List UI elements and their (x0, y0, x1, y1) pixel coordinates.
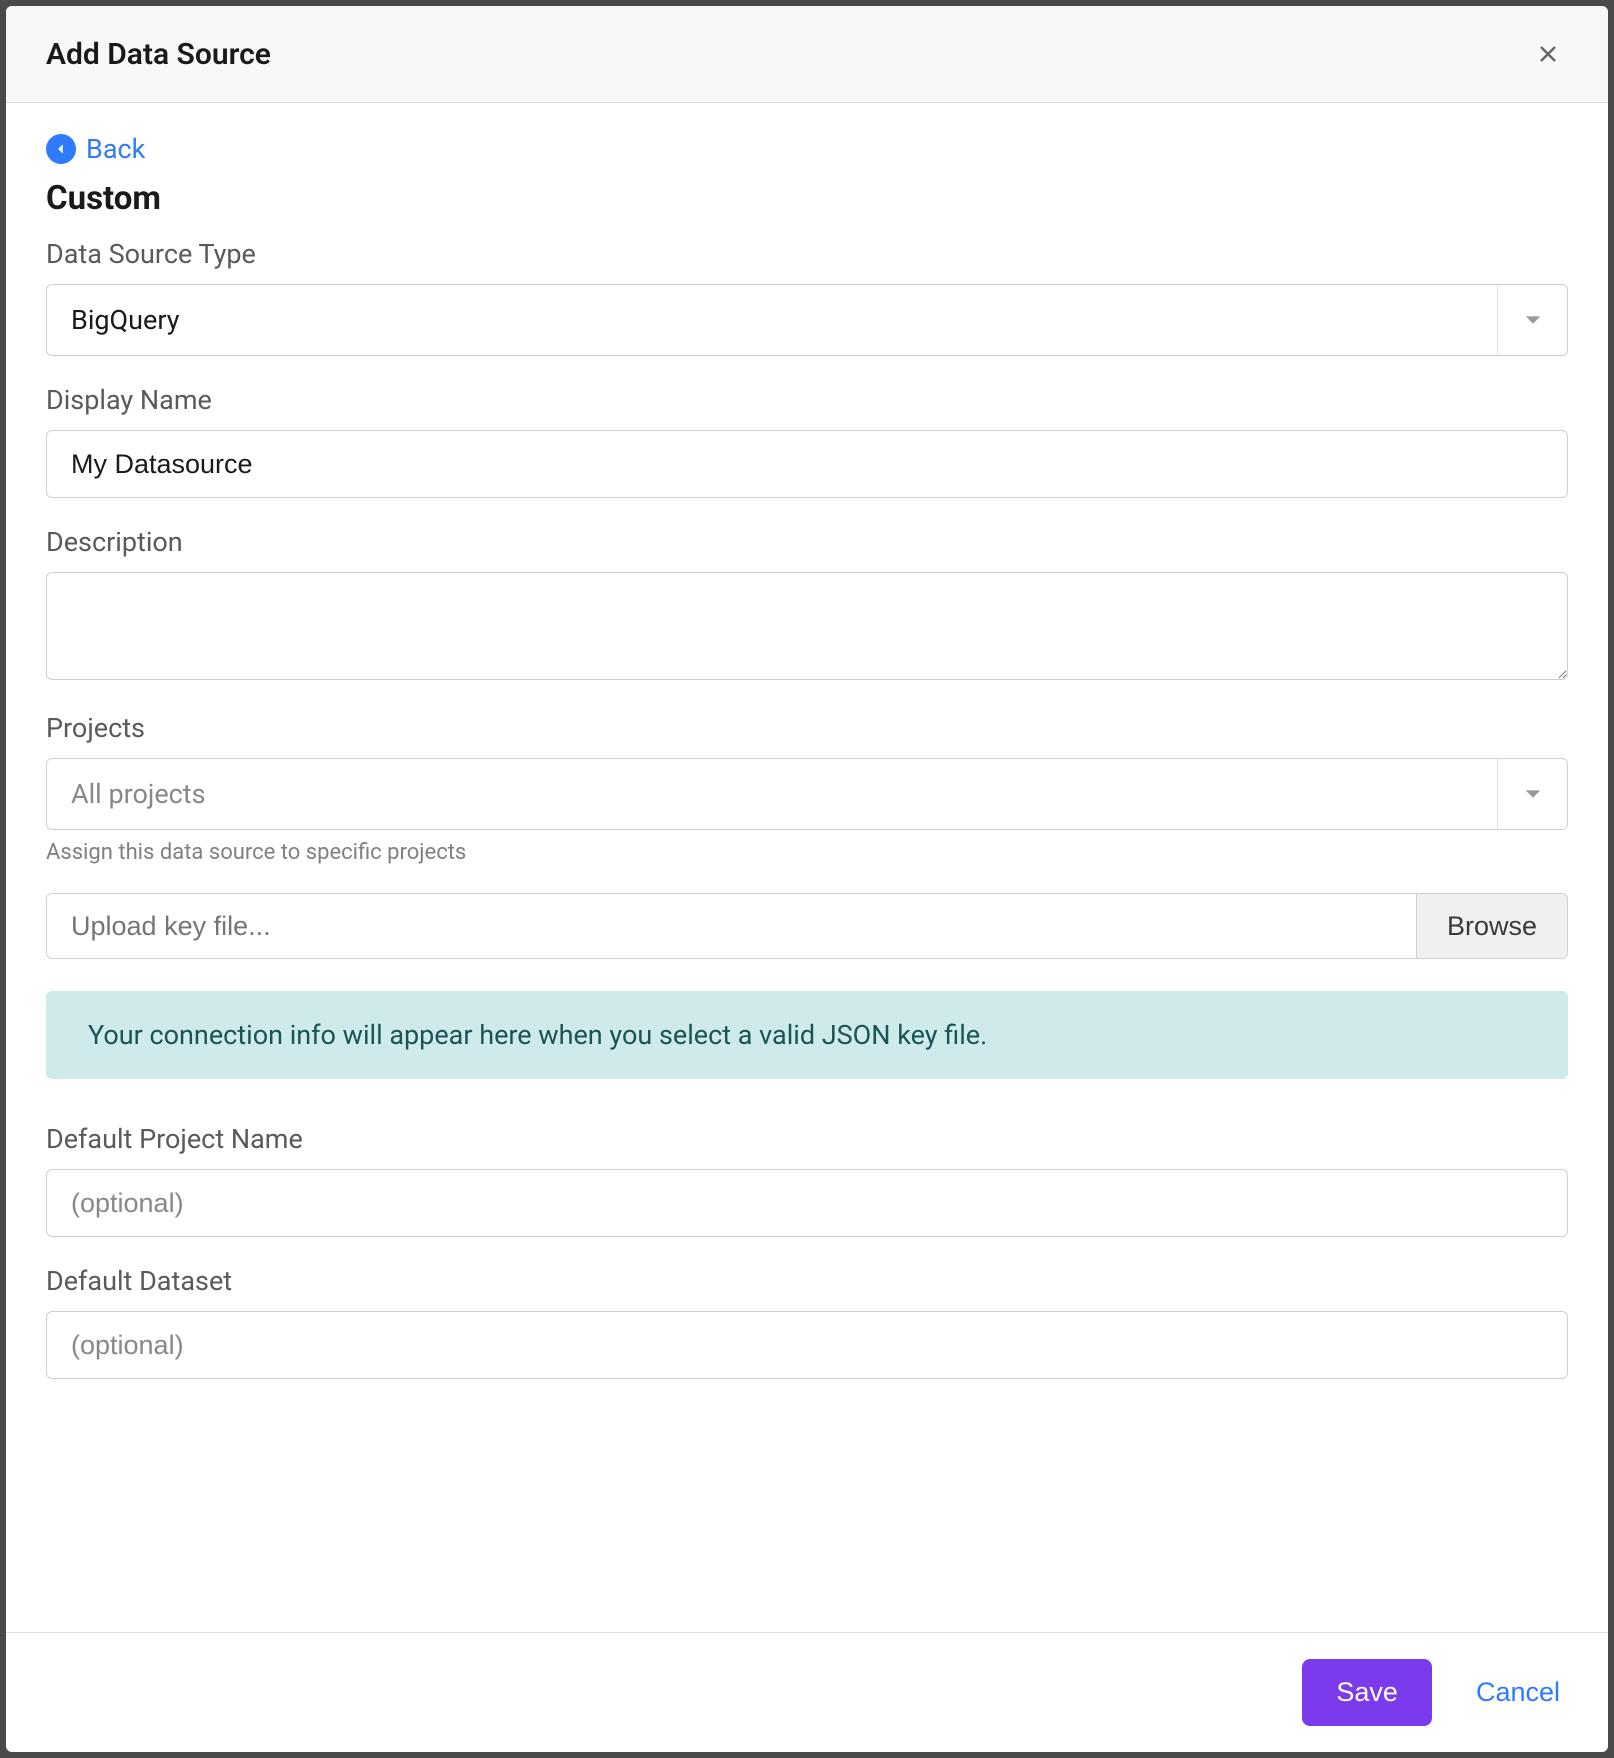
display-name-group: Display Name (46, 384, 1568, 498)
back-icon (46, 134, 76, 164)
modal-header: Add Data Source (6, 6, 1608, 103)
display-name-input[interactable] (46, 430, 1568, 498)
save-button[interactable]: Save (1302, 1659, 1432, 1726)
modal-body: Back Custom Data Source Type BigQuery Di… (6, 103, 1608, 1632)
description-textarea[interactable] (46, 572, 1568, 680)
file-upload-row: Browse (46, 893, 1568, 959)
display-name-label: Display Name (46, 384, 1568, 416)
default-dataset-label: Default Dataset (46, 1265, 1568, 1297)
back-label: Back (86, 133, 145, 165)
key-file-input[interactable] (47, 894, 1416, 958)
browse-button[interactable]: Browse (1416, 894, 1567, 958)
projects-help: Assign this data source to specific proj… (46, 840, 1568, 865)
back-link[interactable]: Back (46, 133, 145, 165)
projects-label: Projects (46, 712, 1568, 744)
chevron-down-icon (1497, 759, 1567, 829)
description-label: Description (46, 526, 1568, 558)
section-title: Custom (46, 179, 1568, 218)
default-dataset-group: Default Dataset (46, 1265, 1568, 1379)
close-icon (1536, 42, 1560, 66)
add-data-source-modal: Add Data Source Back Custom Data Source … (6, 6, 1608, 1752)
info-banner-text: Your connection info will appear here wh… (88, 1019, 1526, 1051)
key-file-group: Browse (46, 893, 1568, 959)
default-project-name-label: Default Project Name (46, 1123, 1568, 1155)
projects-select[interactable]: All projects (46, 758, 1568, 830)
chevron-down-icon (1497, 285, 1567, 355)
default-dataset-input[interactable] (46, 1311, 1568, 1379)
data-source-type-value: BigQuery (47, 304, 1497, 336)
data-source-type-label: Data Source Type (46, 238, 1568, 270)
description-group: Description (46, 526, 1568, 684)
info-banner: Your connection info will appear here wh… (46, 991, 1568, 1079)
data-source-type-group: Data Source Type BigQuery (46, 238, 1568, 356)
modal-footer: Save Cancel (6, 1632, 1608, 1752)
close-button[interactable] (1528, 34, 1568, 74)
data-source-type-select[interactable]: BigQuery (46, 284, 1568, 356)
projects-placeholder: All projects (47, 778, 1497, 810)
default-project-name-group: Default Project Name (46, 1123, 1568, 1237)
default-project-name-input[interactable] (46, 1169, 1568, 1237)
modal-title: Add Data Source (46, 37, 271, 72)
cancel-button[interactable]: Cancel (1468, 1659, 1568, 1726)
projects-group: Projects All projects Assign this data s… (46, 712, 1568, 865)
